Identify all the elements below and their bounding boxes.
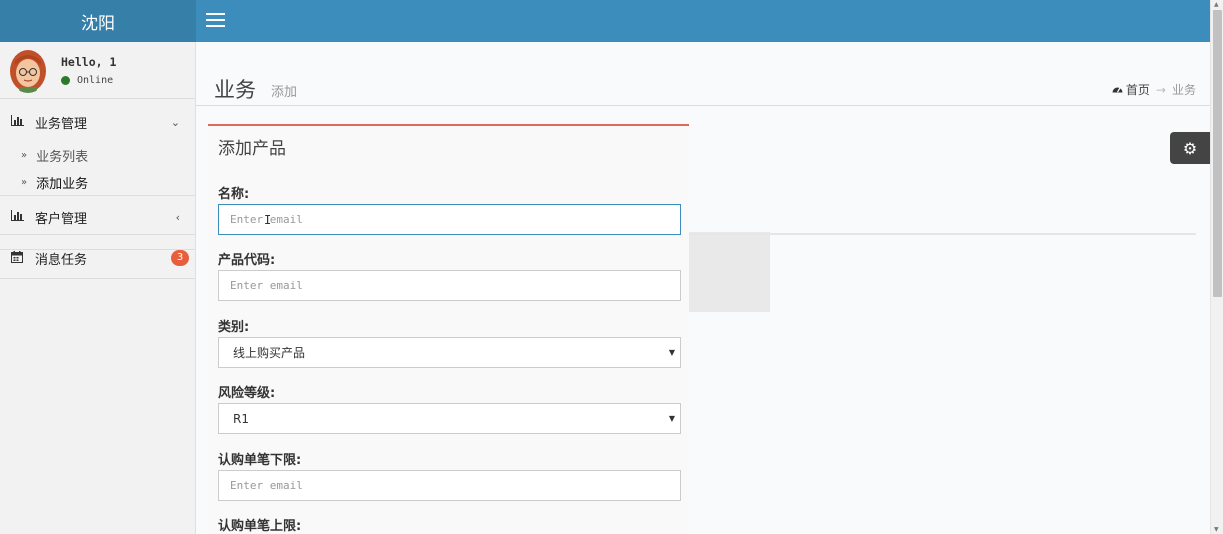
min-subscription-placeholder: Enter email xyxy=(230,479,303,492)
scrollbar-thumb[interactable] xyxy=(1213,10,1222,297)
field-label-min-subscription: 认购单笔下限: xyxy=(218,453,302,468)
risk-level-select-value: R1 xyxy=(233,411,249,426)
sidebar-item-label: 客户管理 xyxy=(35,211,88,227)
dropdown-caret-icon: ▼ xyxy=(668,414,675,423)
field-label-product-code: 产品代码: xyxy=(218,253,276,268)
breadcrumb-current: 业务 xyxy=(1171,83,1196,97)
sidebar-item-business[interactable]: 业务管理 ⌄ xyxy=(0,109,196,135)
field-label-name: 名称: xyxy=(218,187,250,202)
name-input[interactable]: Enter email I xyxy=(218,204,681,235)
user-status-label: Online xyxy=(77,75,114,86)
top-navbar xyxy=(196,0,1210,42)
user-status: Online xyxy=(61,75,113,86)
scroll-down-icon[interactable]: ▼ xyxy=(1214,526,1219,533)
sidebar-item-label: 业务管理 xyxy=(35,116,88,132)
bar-chart-icon xyxy=(11,210,25,224)
sidebar-item-label: 消息任务 xyxy=(35,252,88,268)
divider xyxy=(686,233,1196,235)
risk-level-select[interactable]: R1 ▼ xyxy=(218,403,681,434)
sidebar-item-messages[interactable]: 消息任务 3 xyxy=(0,245,196,271)
field-label-category: 类别: xyxy=(218,320,250,335)
gear-icon: ⚙ xyxy=(1182,138,1198,158)
page-subtitle: 添加 xyxy=(271,85,298,100)
user-greeting: Hello, 1 xyxy=(61,55,117,69)
form-box: 添加产品 名称: Enter email I 产品代码: Enter email… xyxy=(208,124,689,534)
chevron-down-icon: ⌄ xyxy=(170,115,180,129)
dashboard-icon xyxy=(1112,83,1123,96)
user-panel: Hello, 1 Online xyxy=(0,42,195,99)
sidebar-subitem-label: 业务列表 xyxy=(36,150,89,165)
sidebar-subitem-label: 添加业务 xyxy=(36,177,89,192)
field-label-max-subscription: 认购单笔上限: xyxy=(218,519,302,534)
sidebar-subitem-business-list[interactable]: » 业务列表 xyxy=(0,143,190,168)
text-cursor-icon: I xyxy=(264,213,272,227)
dropdown-caret-icon: ▼ xyxy=(668,348,675,357)
sidebar: Hello, 1 Online 业务管理 ⌄ » 业务列表 » 添加业务 客户管… xyxy=(0,42,196,534)
breadcrumb-separator-icon: → xyxy=(1155,82,1166,97)
calendar-icon xyxy=(11,250,25,266)
content-area: 业务 添加 首页 → 业务 添加产品 名称: Enter email I 产品代… xyxy=(196,42,1210,534)
divider xyxy=(196,105,1210,106)
bar-chart-icon xyxy=(11,115,25,129)
box-title: 添加产品 xyxy=(218,139,286,159)
page-title: 业务 xyxy=(214,78,256,102)
product-code-placeholder: Enter email xyxy=(230,279,303,292)
background-block xyxy=(686,232,770,312)
double-chevron-right-icon: » xyxy=(21,177,28,188)
breadcrumb: 首页 → 业务 xyxy=(1112,81,1196,98)
divider xyxy=(0,195,196,196)
divider xyxy=(0,234,196,235)
app-logo[interactable]: 沈阳 xyxy=(0,0,196,42)
settings-button[interactable]: ⚙ xyxy=(1170,132,1210,164)
sidebar-toggle-icon[interactable] xyxy=(206,13,225,27)
chevron-left-icon: ‹ xyxy=(175,210,180,224)
category-select-value: 线上购买产品 xyxy=(233,346,306,360)
avatar xyxy=(9,49,47,93)
notification-badge: 3 xyxy=(171,250,189,266)
online-status-icon xyxy=(61,76,70,85)
page-scrollbar[interactable]: ▲ ▼ xyxy=(1210,0,1223,534)
min-subscription-input[interactable]: Enter email xyxy=(218,470,681,501)
product-code-input[interactable]: Enter email xyxy=(218,270,681,301)
field-label-risk-level: 风险等级: xyxy=(218,386,276,401)
category-select[interactable]: 线上购买产品 ▼ xyxy=(218,337,681,368)
breadcrumb-home-link[interactable]: 首页 xyxy=(1126,81,1150,98)
divider xyxy=(0,278,196,279)
double-chevron-right-icon: » xyxy=(21,150,28,161)
sidebar-subitem-add-business[interactable]: » 添加业务 xyxy=(0,170,190,195)
scroll-up-icon[interactable]: ▲ xyxy=(1214,1,1219,8)
sidebar-item-customers[interactable]: 客户管理 ‹ xyxy=(0,204,196,230)
